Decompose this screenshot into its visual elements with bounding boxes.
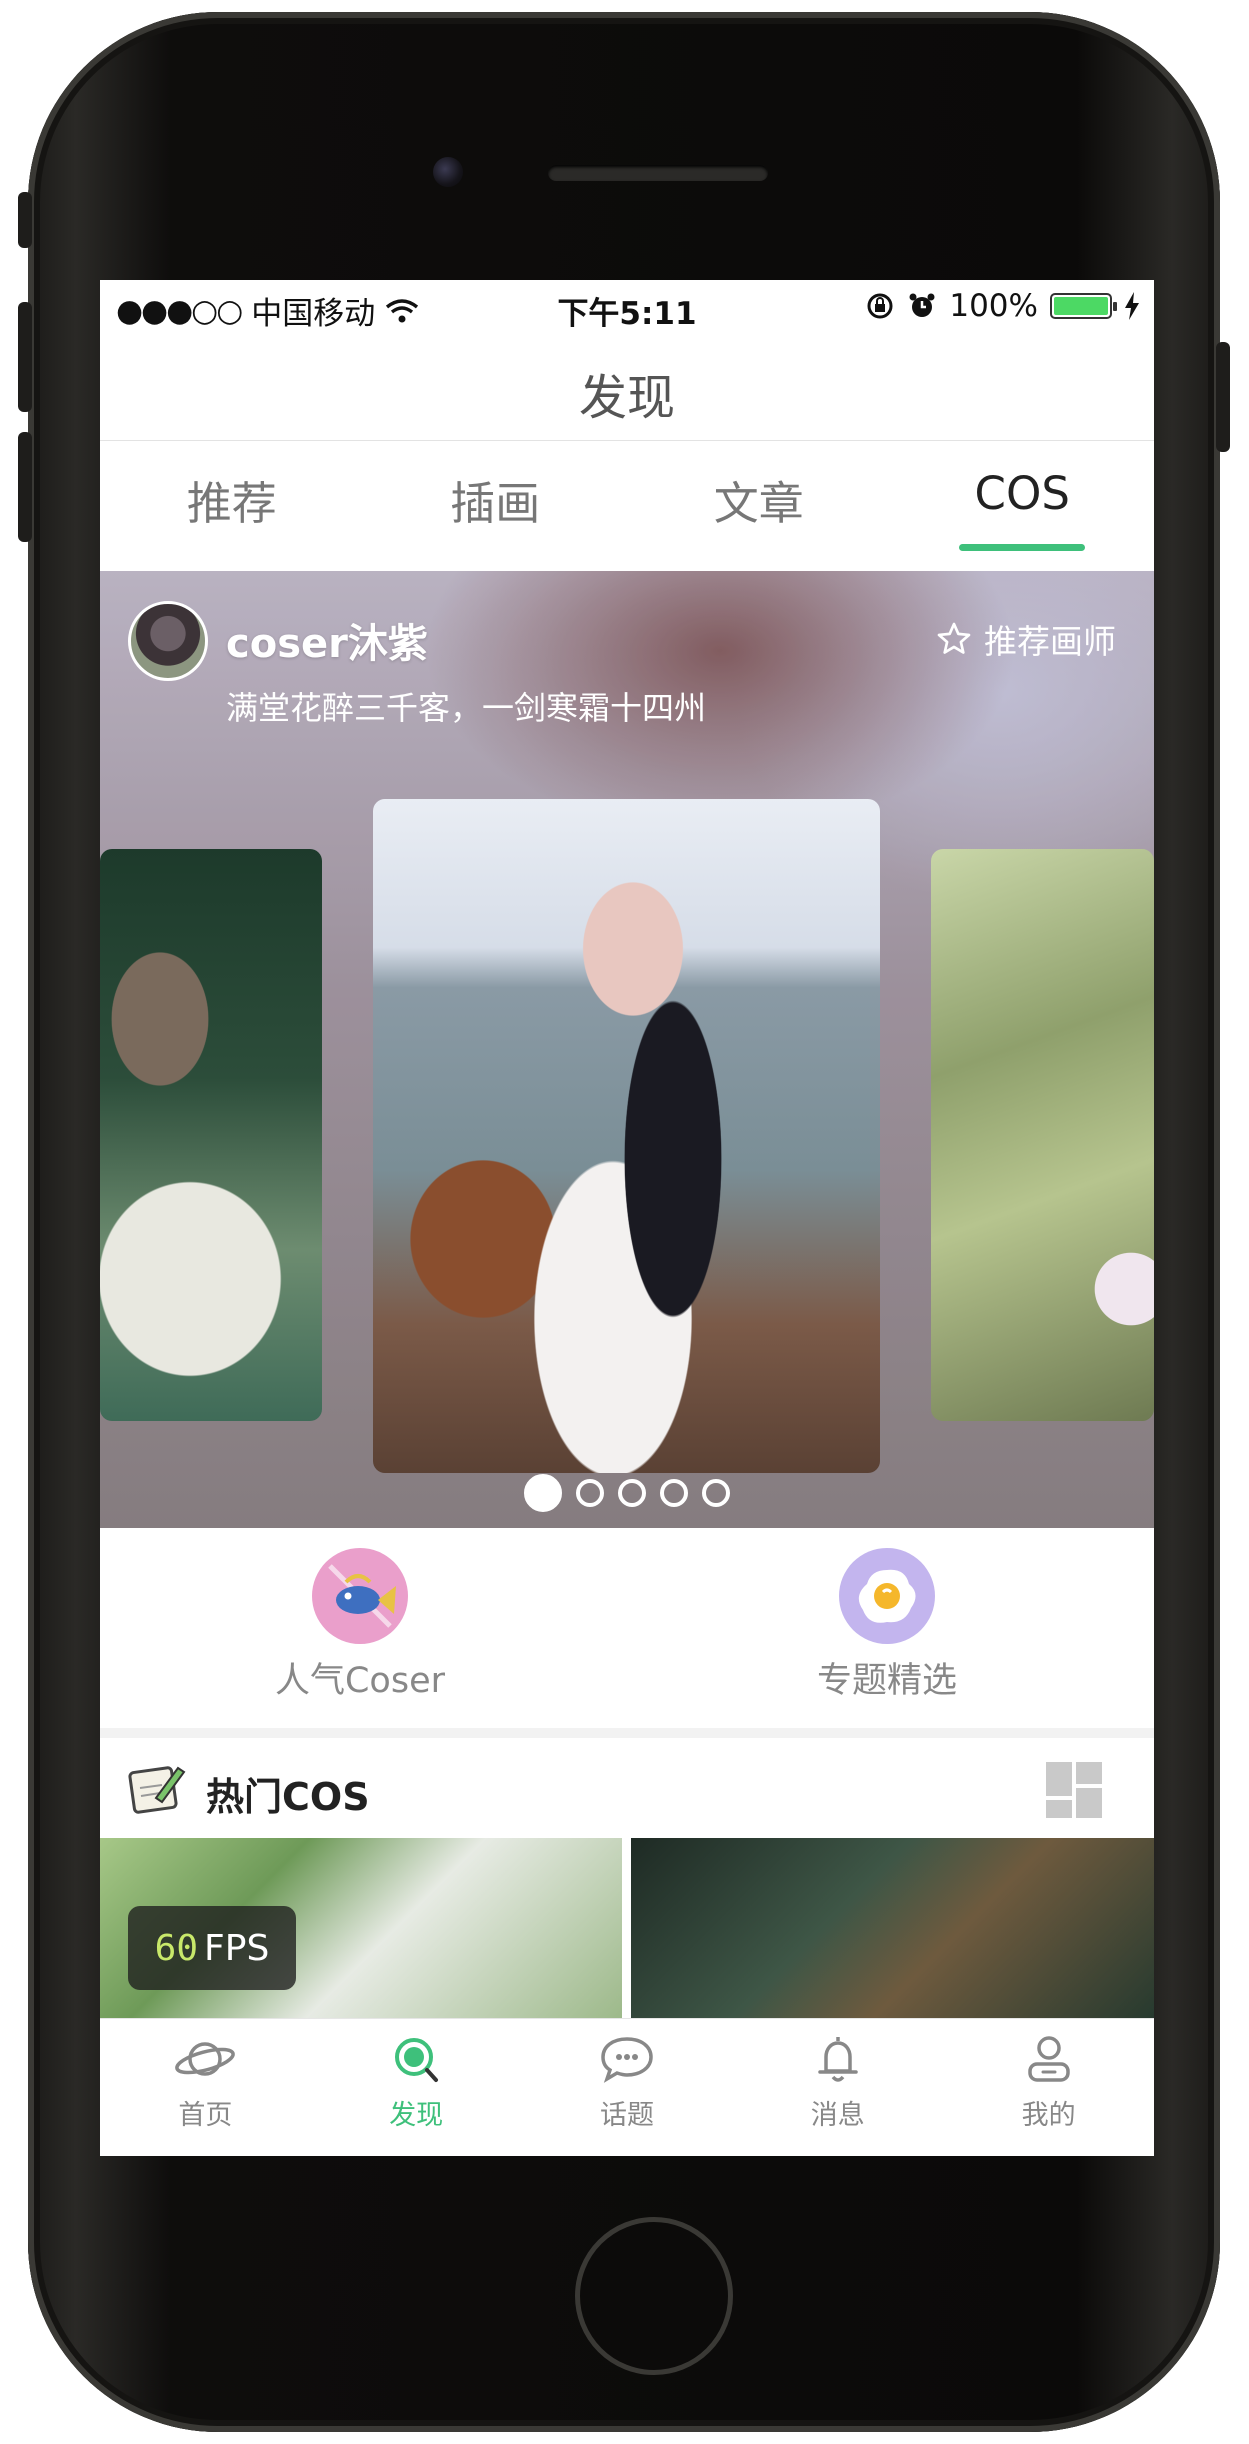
rotation-lock-icon xyxy=(867,293,893,319)
volume-down-button xyxy=(18,432,32,542)
battery-icon xyxy=(1050,293,1117,319)
app-screen: ●●●○○ 中国移动 下午5:11 100% 发现 推荐 插画 文章 COS c… xyxy=(100,280,1154,2156)
recommend-label: 推荐画师 xyxy=(984,622,1116,661)
earpiece-speaker xyxy=(548,165,768,181)
fps-unit: FPS xyxy=(204,1927,270,1969)
page-dot[interactable] xyxy=(660,1479,688,1507)
pencil-note-icon xyxy=(128,1766,186,1814)
hot-cos-thumbnail[interactable] xyxy=(631,1838,1154,2018)
tabbar-item-me[interactable]: 我的 xyxy=(943,2019,1154,2156)
volume-up-button xyxy=(18,302,32,412)
fps-value: 60 xyxy=(154,1927,199,1969)
page-dot[interactable] xyxy=(702,1479,730,1507)
tab-illustration[interactable]: 插画 xyxy=(364,441,628,551)
tabbar-item-topics[interactable]: 话题 xyxy=(522,2019,733,2156)
tabbar-label: 首页 xyxy=(178,2100,233,2131)
recommend-artist-button[interactable]: 推荐画师 xyxy=(936,615,1116,663)
grid-layout-icon[interactable] xyxy=(1044,1760,1104,1820)
page-dot[interactable] xyxy=(524,1474,562,1512)
bell-icon xyxy=(818,2037,858,2082)
bottom-tab-bar: 首页 发现 话题 消息 我的 xyxy=(100,2018,1154,2156)
entry-popular-coser[interactable]: 人气Coser xyxy=(210,1548,510,1703)
tab-recommend[interactable]: 推荐 xyxy=(100,441,364,551)
hot-cos-header: 热门COS xyxy=(100,1738,1154,1838)
tabbar-item-home[interactable]: 首页 xyxy=(100,2019,311,2156)
charging-bolt-icon xyxy=(1125,292,1139,320)
tab-article[interactable]: 文章 xyxy=(627,441,891,551)
section-divider xyxy=(100,1728,1154,1738)
power-button xyxy=(1216,342,1230,452)
coser-name[interactable]: coser沐紫 xyxy=(226,611,428,669)
carousel-card-current[interactable] xyxy=(373,799,880,1473)
tabbar-label: 话题 xyxy=(599,2100,654,2131)
chat-bubble-icon xyxy=(601,2037,653,2083)
alarm-icon xyxy=(909,293,935,317)
page-dot[interactable] xyxy=(618,1479,646,1507)
status-bar: ●●●○○ 中国移动 下午5:11 100% xyxy=(100,280,1154,336)
tab-cos[interactable]: COS xyxy=(891,441,1155,551)
coser-avatar[interactable] xyxy=(128,601,208,681)
tabbar-item-discover[interactable]: 发现 xyxy=(311,2019,522,2156)
fish-icon xyxy=(312,1548,408,1644)
carousel-card-next[interactable] xyxy=(931,849,1154,1421)
tabbar-label: 发现 xyxy=(389,2100,444,2131)
section-title: 热门COS xyxy=(206,1775,370,1819)
entry-label: 人气Coser xyxy=(274,1661,445,1701)
featured-coser-banner: coser沐紫 满堂花醉三千客，一剑寒霜十四州 推荐画师 xyxy=(100,571,1154,1528)
carousel-card-previous[interactable] xyxy=(100,849,322,1421)
planet-icon xyxy=(175,2042,236,2076)
coser-quote: 满堂花醉三千客，一剑寒霜十四州 xyxy=(226,689,707,727)
star-icon xyxy=(937,622,971,654)
discover-icon xyxy=(395,2038,439,2082)
tabbar-item-messages[interactable]: 消息 xyxy=(732,2019,943,2156)
page-title: 发现 xyxy=(578,370,675,426)
tabbar-label: 消息 xyxy=(810,2100,865,2131)
quick-entries: 人气Coser 专题精选 xyxy=(100,1528,1154,1728)
front-camera xyxy=(433,157,463,187)
tabbar-label: 我的 xyxy=(1021,2100,1076,2131)
profile-icon xyxy=(1027,2036,1070,2082)
navigation-bar: 发现 xyxy=(100,336,1154,441)
egg-icon xyxy=(839,1548,935,1644)
battery-percent: 100% xyxy=(949,288,1038,324)
fps-overlay: 60 FPS xyxy=(128,1906,296,1990)
entry-label: 专题精选 xyxy=(816,1661,957,1701)
carousel-page-indicator xyxy=(100,1474,1154,1512)
category-tabs: 推荐 插画 文章 COS xyxy=(100,441,1154,551)
active-tab-indicator xyxy=(959,544,1086,551)
home-button[interactable] xyxy=(575,2217,733,2375)
page-dot[interactable] xyxy=(576,1479,604,1507)
entry-featured-topics[interactable]: 专题精选 xyxy=(737,1548,1037,1703)
mute-switch xyxy=(18,192,32,248)
